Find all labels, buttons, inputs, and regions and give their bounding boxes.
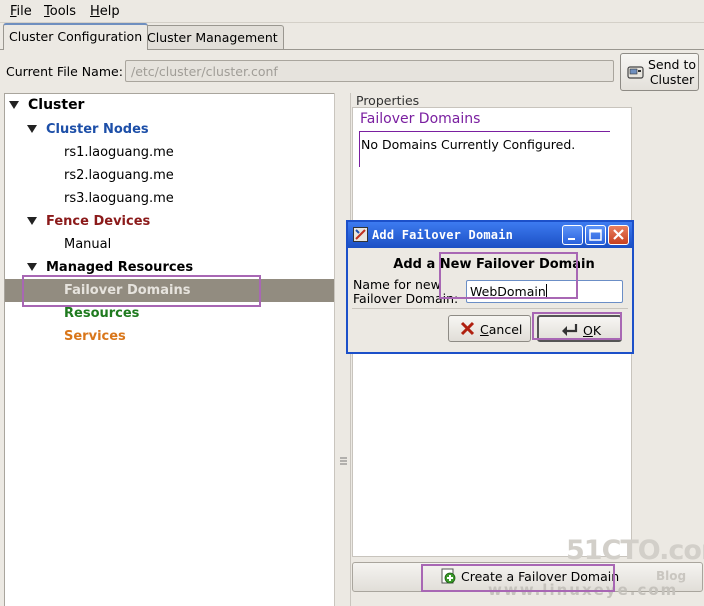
title-underline [360,131,610,132]
tree-item-node[interactable]: rs2.laoguang.me [5,164,334,187]
tree-item-resources[interactable]: Resources [5,302,334,325]
file-name-label: Current File Name: [6,64,123,79]
domain-name-label: Name for new Failover Domain: [353,277,459,306]
tree-item-managed-resources[interactable]: Managed Resources [5,256,334,279]
tree-item-cluster-nodes[interactable]: Cluster Nodes [5,118,334,141]
tree-label-fence-devices: Fence Devices [46,214,151,229]
tree-item-cluster[interactable]: Cluster [5,94,334,117]
close-icon [613,229,624,240]
menu-file[interactable]: File [10,4,32,19]
properties-margin [632,107,704,557]
minimize-button[interactable] [562,225,583,245]
tree-label-fence-manual: Manual [64,237,112,252]
watermark: 51CTO.com Blog www.linuxeye.com [480,535,704,605]
menu-tools[interactable]: Tools [44,4,76,19]
send-cluster-icon [627,66,644,79]
add-failover-domain-dialog: Add Failover Domain Add a New Failover D… [346,220,634,354]
ok-enter-icon [562,324,578,336]
dialog-heading: Add a New Failover Domain [393,257,595,272]
tree-label-failover-domains: Failover Domains [64,283,191,298]
failover-domains-title: Failover Domains [360,111,481,127]
tree-label-managed-resources: Managed Resources [46,260,194,275]
menu-help[interactable]: Help [90,4,120,19]
app-icon [353,227,368,242]
send-label-line2: Cluster [649,72,695,87]
tree-label-resources: Resources [64,306,140,321]
expander-down-icon[interactable] [27,263,37,271]
menubar: File Tools Help [0,0,704,23]
expander-down-icon[interactable] [9,101,19,109]
tab-cluster-management[interactable]: Cluster Management [141,25,284,49]
tree-label-node: rs2.laoguang.me [64,168,174,183]
tree-item-services[interactable]: Services [5,325,334,348]
cancel-icon [460,321,475,336]
add-icon [441,568,456,584]
expander-down-icon[interactable] [27,125,37,133]
cluster-tree: Cluster Cluster Nodes rs1.laoguang.me rs… [4,93,334,606]
no-domains-text: No Domains Currently Configured. [361,137,576,152]
tree-item-failover-domains[interactable]: Failover Domains [5,279,334,302]
tree-item-fence-manual[interactable]: Manual [5,233,334,256]
tree-label-cluster: Cluster [28,97,85,113]
dialog-separator [352,308,628,309]
send-label-line1: Send to [647,57,696,72]
splitter-grip-icon[interactable] [340,457,347,466]
cancel-button[interactable]: Cancel [448,315,531,342]
send-to-cluster-button[interactable]: Send to Cluster [620,53,699,91]
properties-label: Properties [356,93,420,108]
tree-item-node[interactable]: rs1.laoguang.me [5,141,334,164]
ok-button[interactable]: OK [537,315,622,342]
domain-name-input[interactable]: WebDomain [466,280,623,303]
tree-label-cluster-nodes: Cluster Nodes [46,122,149,137]
tab-cluster-configuration[interactable]: Cluster Configuration [3,23,149,50]
maximize-icon [589,229,602,241]
dialog-title: Add Failover Domain [372,228,514,242]
watermark-logo: 51CTO.com [566,535,704,566]
tree-label-node: rs3.laoguang.me [64,191,174,206]
file-name-field: /etc/cluster/cluster.conf [125,60,614,82]
tree-label-node: rs1.laoguang.me [64,145,174,160]
expander-down-icon[interactable] [27,217,37,225]
close-button[interactable] [608,225,629,245]
watermark-url: www.linuxeye.com [488,581,679,599]
content-border [359,131,360,167]
dialog-titlebar[interactable]: Add Failover Domain [348,222,632,248]
tree-label-services: Services [64,329,126,344]
tree-item-fence-devices[interactable]: Fence Devices [5,210,334,233]
minimize-icon [568,238,575,240]
tree-item-node[interactable]: rs3.laoguang.me [5,187,334,210]
maximize-button[interactable] [585,225,606,245]
tab-bar: Cluster Configuration Cluster Management [0,23,704,50]
